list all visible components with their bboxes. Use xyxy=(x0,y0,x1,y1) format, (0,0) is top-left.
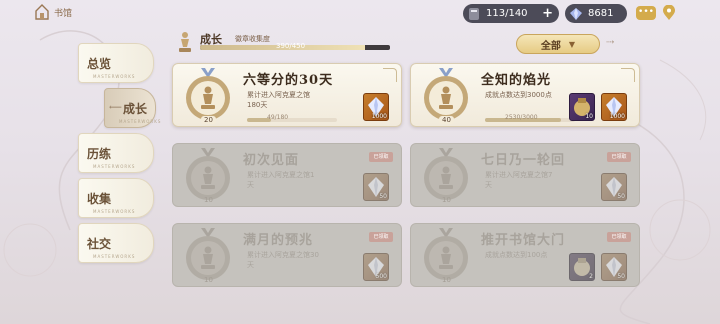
nav-sublabel: MASTERWORKS xyxy=(93,209,136,214)
reward-count: 50 xyxy=(617,193,625,200)
medal-level: 10 xyxy=(204,276,213,284)
achievement-description: 成就点数达到3000点 xyxy=(485,91,552,99)
medal-level: 10 xyxy=(204,196,213,204)
nav-item-social[interactable]: 社交 MASTERWORKS xyxy=(78,223,154,263)
nav-sublabel: MASTERWORKS xyxy=(93,254,136,259)
achievement-title: 七日乃一轮回 xyxy=(481,153,566,168)
reward-item[interactable]: 50 xyxy=(601,173,627,201)
reward-item[interactable]: 500 xyxy=(363,253,389,281)
corner-ornament xyxy=(383,68,397,82)
stamina-value: 113/140 xyxy=(486,8,528,19)
achievement-card[interactable]: 10 初次见面累计进入阿克夏之馆1天 已领取 50 xyxy=(172,143,402,207)
filter-dropdown[interactable]: 全部 ▼ xyxy=(516,34,600,54)
medal-level: 40 xyxy=(439,116,454,124)
reward-item[interactable]: 1000 xyxy=(363,93,389,121)
achievement-progress-bar xyxy=(247,118,337,122)
reward-count: 50 xyxy=(379,193,387,200)
achievement-title: 全知的焰光 xyxy=(481,73,552,88)
achievement-description: 成就点数达到100点 xyxy=(485,251,548,259)
chess-piece-icon xyxy=(179,32,191,52)
chat-button[interactable]: ••• xyxy=(636,6,656,20)
home-button[interactable]: 书馆 xyxy=(34,3,72,21)
claimed-tag: 已领取 xyxy=(369,152,393,162)
nav-sublabel: MASTERWORKS xyxy=(93,74,136,79)
reward-count: 2 xyxy=(589,273,593,280)
reward-count: 50 xyxy=(617,273,625,280)
nav-label: 收集 xyxy=(87,192,112,206)
reward-item[interactable]: 1000 xyxy=(601,93,627,121)
nav-label: 总览 xyxy=(87,57,112,71)
achievement-title: 满月的预兆 xyxy=(243,233,314,248)
achievement-title: 六等分的30天 xyxy=(243,73,334,88)
location-pin-icon[interactable] xyxy=(662,5,676,21)
crystal-value: 8681 xyxy=(588,8,614,19)
library-icon xyxy=(35,4,49,20)
crystal-counter[interactable]: 8681 xyxy=(565,4,627,23)
nav-sublabel: MASTERWORKS xyxy=(119,119,162,124)
filter-label: 全部 xyxy=(540,40,561,52)
badge-collection-progress: 成长 徽章收集度 390/450 xyxy=(172,30,402,54)
claimed-tag: 已领取 xyxy=(607,232,631,242)
claimed-tag: 已领取 xyxy=(369,232,393,242)
medal-level: 20 xyxy=(201,116,216,124)
stamina-icon xyxy=(469,7,479,20)
achievement-description: 累计进入阿克夏之馆30天 xyxy=(247,251,319,269)
achievement-card[interactable]: 10 满月的预兆累计进入阿克夏之馆30天 已领取 500 xyxy=(172,223,402,287)
back-arrow-icon: ⟵ xyxy=(109,103,122,113)
claimed-tag: 已领取 xyxy=(607,152,631,162)
achievement-title: 推开书馆大门 xyxy=(481,233,566,248)
nav-label: 成长 xyxy=(123,102,148,116)
top-bar: 书馆 113/140 + 8681 ••• xyxy=(0,0,720,28)
achievement-progress-text: 49/180 xyxy=(267,114,289,121)
nav-item-growth[interactable]: ⟵ 成长 MASTERWORKS xyxy=(104,88,160,128)
nav-item-collection[interactable]: 收集 MASTERWORKS xyxy=(78,178,154,218)
nav-label: 社交 xyxy=(87,237,112,251)
reward-count: 500 xyxy=(375,273,387,280)
achievement-description: 累计进入阿克夏之馆180天 xyxy=(247,91,310,109)
reward-count: 1000 xyxy=(609,113,625,120)
achievement-description: 累计进入阿克夏之馆7天 xyxy=(485,171,553,189)
chevron-down-icon: ▼ xyxy=(568,39,576,49)
crystal-icon xyxy=(570,7,582,20)
nav-sublabel: MASTERWORKS xyxy=(93,164,136,169)
medal-level: 10 xyxy=(442,196,451,204)
reward-item[interactable]: 50 xyxy=(601,253,627,281)
achievement-card[interactable]: 20 六等分的30天累计进入阿克夏之馆180天 49/180 1000 xyxy=(172,63,402,127)
achievement-title: 初次见面 xyxy=(243,153,300,168)
achievement-card[interactable]: 10 推开书馆大门成就点数达到100点 已领取 2 50 xyxy=(410,223,640,287)
collection-subtitle: 徽章收集度 xyxy=(235,35,270,43)
nav-item-overview[interactable]: 总览 MASTERWORKS xyxy=(78,43,154,83)
home-label: 书馆 xyxy=(54,8,73,19)
reward-item[interactable]: 50 xyxy=(363,173,389,201)
reward-count: 1000 xyxy=(371,113,387,120)
nav-label: 历练 xyxy=(87,147,112,161)
achievement-description: 累计进入阿克夏之馆1天 xyxy=(247,171,315,189)
collection-progress-text: 390/450 xyxy=(276,42,306,50)
reward-count: 10 xyxy=(585,113,593,120)
stamina-add-button[interactable]: + xyxy=(542,6,553,21)
achievement-card[interactable]: 40 全知的焰光成就点数达到3000点 2530/3000 10 1000 xyxy=(410,63,640,127)
reward-item[interactable]: 2 xyxy=(569,253,595,281)
achievement-progress-text: 2530/3000 xyxy=(505,114,538,121)
achievement-card[interactable]: 10 七日乃一轮回累计进入阿克夏之馆7天 已领取 50 xyxy=(410,143,640,207)
stamina-counter[interactable]: 113/140 + xyxy=(463,4,559,23)
next-arrow-icon[interactable]: ⇢ xyxy=(606,37,614,48)
corner-ornament xyxy=(621,68,635,82)
reward-item[interactable]: 10 xyxy=(569,93,595,121)
medal-level: 10 xyxy=(442,276,451,284)
nav-item-training[interactable]: 历练 MASTERWORKS xyxy=(78,133,154,173)
